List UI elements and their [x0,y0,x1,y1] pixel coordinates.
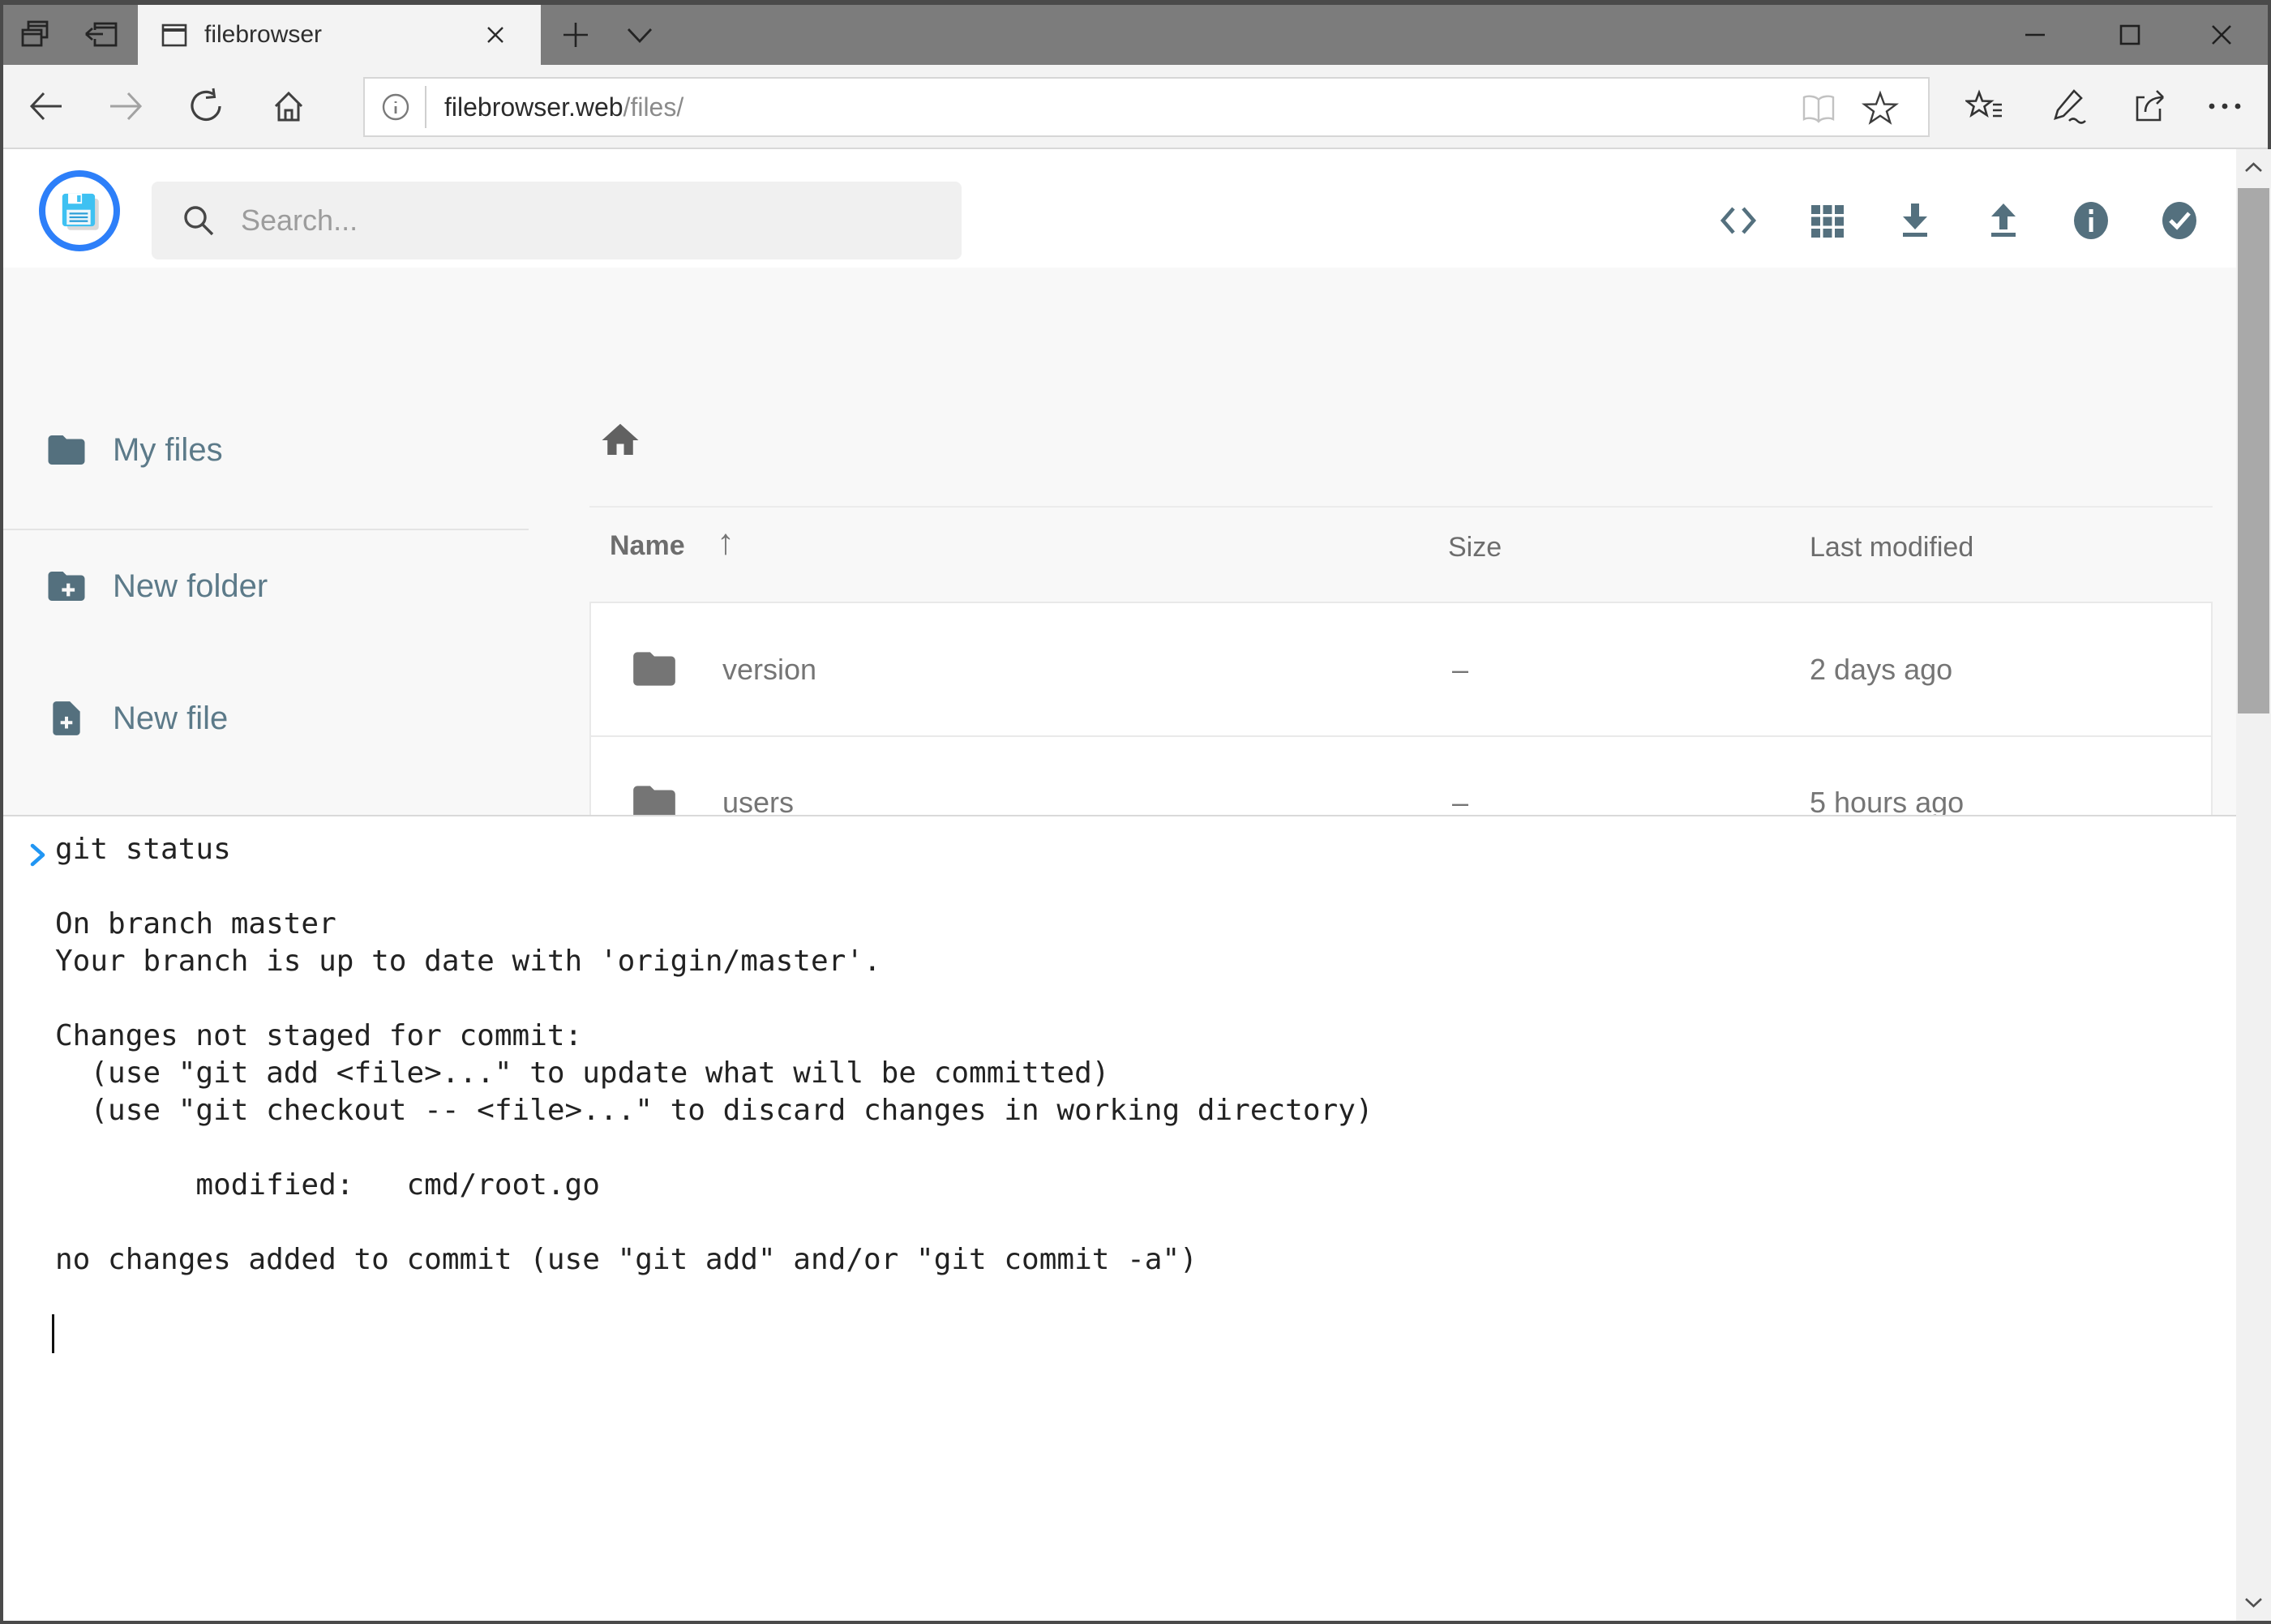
scroll-up-button[interactable] [2236,149,2271,186]
sidebar-divider [3,529,529,530]
hub-favorites-icon[interactable] [1965,87,2004,126]
prompt-chevron-icon [28,839,49,872]
tab-favicon [159,19,190,50]
sidebar-item-label: New file [113,701,228,737]
more-options-icon[interactable] [2205,87,2244,126]
search-box[interactable] [152,182,962,259]
folder-icon [629,644,679,694]
column-header-modified[interactable]: Last modified [1810,532,1973,563]
share-icon[interactable] [2131,87,2170,126]
new-file-icon [46,696,87,741]
window-maximize-button[interactable] [2112,17,2148,53]
info-icon[interactable] [2070,199,2112,242]
sort-asc-icon[interactable]: ↑ [717,522,735,563]
set-tabs-aside-icon[interactable] [81,17,120,53]
search-icon [179,201,218,240]
terminal-command: git status [55,831,231,868]
back-icon[interactable] [26,87,65,126]
tab-preview-icon[interactable] [19,17,55,53]
file-modified: 2 days ago [1810,653,1952,687]
column-header-name[interactable]: Name [610,530,685,562]
reading-view-icon[interactable] [1798,93,1839,126]
tab-close-icon[interactable] [482,21,509,49]
sidebar-item-my-files[interactable]: My files [45,428,223,472]
search-input[interactable] [239,203,888,238]
window-minimize-button[interactable] [2017,17,2053,53]
tab-title: filebrowser [204,21,322,49]
terminal-cursor [52,1314,54,1353]
terminal-panel[interactable]: git status On branch master Your branch … [3,815,2236,1621]
forward-icon[interactable] [107,87,146,126]
url-text: filebrowser.web/files/ [444,92,683,122]
page-scrollbar[interactable] [2236,149,2271,1621]
select-check-icon[interactable] [2158,199,2200,242]
home-icon[interactable] [269,87,308,126]
browser-tab[interactable]: filebrowser [138,5,541,65]
window-border-bottom [0,1621,2271,1624]
favorite-star-icon[interactable] [1862,89,1899,126]
tab-bar: filebrowser [3,5,2268,65]
file-name: version [722,653,816,687]
content-band: My files New folder New file Settings [3,268,2236,815]
upload-icon[interactable] [1982,199,2025,242]
web-note-pen-icon[interactable] [2048,87,2087,126]
sidebar-item-label: My files [113,432,223,469]
download-icon[interactable] [1894,199,1936,242]
folder-icon [45,428,88,472]
breadcrumb-home-icon[interactable] [598,418,642,462]
grid-view-icon[interactable] [1806,199,1849,242]
url-path: /files/ [623,92,684,122]
address-bar-divider [425,86,426,128]
sidebar-item-new-folder[interactable]: New folder [45,564,268,608]
file-row-version[interactable]: version – 2 days ago [591,603,2211,735]
web-page: My files New folder New file Settings [3,149,2268,1621]
scrollbar-thumb[interactable] [2238,188,2269,713]
scroll-down-button[interactable] [2236,1583,2271,1621]
tab-list-chevron-icon[interactable] [621,23,658,49]
filebrowser-logo[interactable] [39,170,120,251]
window-close-button[interactable] [2204,17,2239,53]
browser-window: filebrowser [0,0,2271,1624]
refresh-icon[interactable] [186,87,225,126]
sidebar-item-label: New folder [113,568,268,605]
file-size: – [1452,653,1468,687]
address-bar[interactable]: filebrowser.web/files/ [363,77,1930,137]
url-host: filebrowser.web [444,92,623,122]
terminal-output: On branch master Your branch is up to da… [55,868,1373,1279]
sidebar-item-new-file[interactable]: New file [46,696,228,741]
shell-code-icon[interactable] [1717,199,1759,242]
app-header [3,149,2268,268]
new-folder-icon [45,564,88,608]
site-info-icon[interactable] [379,91,412,123]
browser-toolbar: filebrowser.web/files/ [3,65,2268,149]
new-tab-button[interactable] [559,19,592,51]
column-header-size[interactable]: Size [1448,532,1502,563]
listing-divider [589,506,2213,508]
